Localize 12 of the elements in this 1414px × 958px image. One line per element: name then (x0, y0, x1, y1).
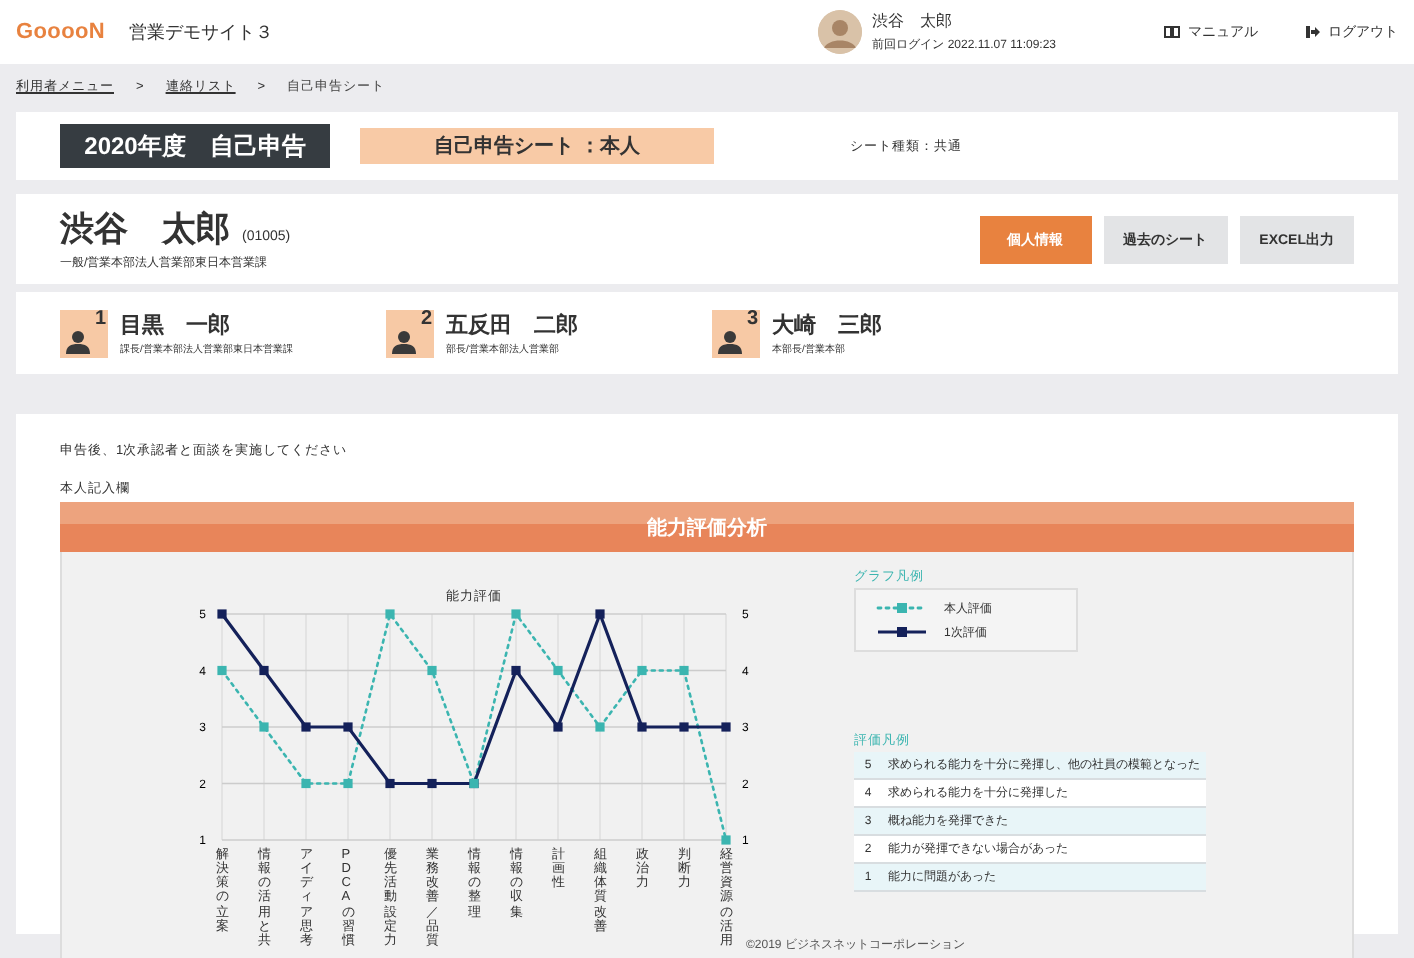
user-name: 渋谷 太郎 (872, 10, 955, 32)
evaluator-number: 1 (94, 309, 106, 329)
fiscal-year-badge: 2020年度 自己申告 (60, 124, 330, 168)
employee-name: 渋谷 太郎 (60, 210, 230, 248)
evaluator-number: 2 (420, 309, 432, 329)
section-header: 能力評価分析 (60, 502, 1354, 552)
sheet-title-label: 自己申告シート ：本人 (360, 128, 714, 164)
evaluator-name: 五反田 二郎 (446, 311, 578, 340)
evaluator-name: 目黒 一郎 (120, 311, 232, 340)
site-name: 営業デモサイト３ (129, 19, 276, 45)
evaluator-name: 大崎 三郎 (772, 311, 882, 340)
evaluator-number: 3 (746, 309, 758, 329)
